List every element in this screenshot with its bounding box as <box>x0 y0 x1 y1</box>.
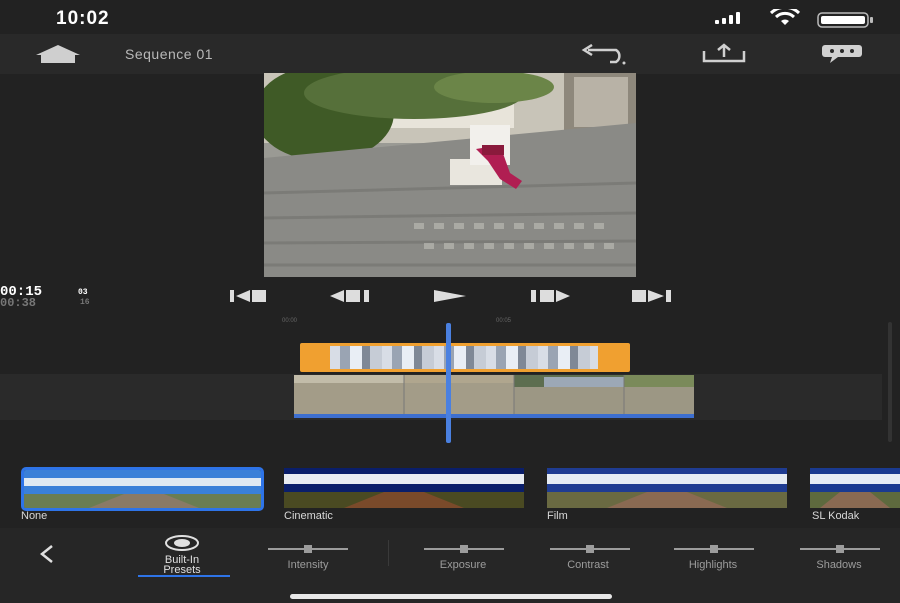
contrast-slider-icon <box>550 540 630 553</box>
skip-to-end-icon[interactable] <box>630 286 674 306</box>
home-icon[interactable] <box>34 44 82 69</box>
selected-clip-thumbnails <box>330 346 598 369</box>
tool-highlights[interactable]: Highlights <box>658 559 768 571</box>
timeline-scrollbar[interactable] <box>888 322 892 442</box>
back-chevron-icon[interactable] <box>36 544 58 569</box>
ruler-mark: 00:00 <box>282 318 298 324</box>
preset-label: None <box>21 510 48 522</box>
battery-icon <box>817 12 875 33</box>
tool-exposure[interactable]: Exposure <box>408 559 518 571</box>
clip-audio-bar <box>294 414 694 418</box>
previous-frame-icon[interactable] <box>326 286 372 306</box>
active-tool-underline <box>138 575 230 577</box>
next-frame-icon[interactable] <box>528 286 574 306</box>
current-timecode-frames: 03 <box>78 288 88 297</box>
skip-to-start-icon[interactable] <box>228 286 270 306</box>
ruler-mark: 00:05 <box>496 318 512 324</box>
home-indicator[interactable] <box>290 594 612 599</box>
tool-shadows[interactable]: Shadows <box>784 559 894 571</box>
toolbar-divider <box>388 540 389 566</box>
preset-none-thumbnail[interactable] <box>21 467 264 511</box>
total-duration-frames: 16 <box>80 298 90 307</box>
share-export-icon[interactable] <box>702 43 746 68</box>
tool-contrast[interactable]: Contrast <box>533 559 643 571</box>
tool-built-in-presets[interactable]: Built-In Presets <box>130 532 234 578</box>
tool-intensity[interactable]: Intensity <box>253 559 363 571</box>
intensity-slider-icon <box>268 540 348 553</box>
highlights-slider-icon <box>674 540 754 553</box>
main-video-clip[interactable] <box>294 375 694 415</box>
wifi-icon <box>768 5 802 32</box>
cellular-signal-icon <box>715 12 745 24</box>
undo-icon[interactable] <box>578 43 626 71</box>
preset-sl-kodak-thumbnail[interactable] <box>810 468 900 508</box>
preset-cinematic-thumbnail[interactable] <box>284 468 524 508</box>
preset-label: SL Kodak <box>812 510 860 522</box>
video-preview[interactable] <box>264 73 636 277</box>
sequence-title: Sequence 01 <box>125 46 214 62</box>
preset-film-thumbnail[interactable] <box>547 468 787 508</box>
shadows-slider-icon <box>800 540 880 553</box>
feedback-icon[interactable] <box>820 44 864 69</box>
tool-label: Built-In Presets <box>163 554 201 576</box>
playhead[interactable] <box>446 323 451 443</box>
play-icon[interactable] <box>430 286 470 306</box>
preset-label: Film <box>547 510 568 522</box>
status-time: 10:02 <box>56 8 110 29</box>
total-duration: 00:38 <box>0 296 37 310</box>
preset-label: Cinematic <box>284 510 333 522</box>
exposure-slider-icon <box>424 540 504 553</box>
